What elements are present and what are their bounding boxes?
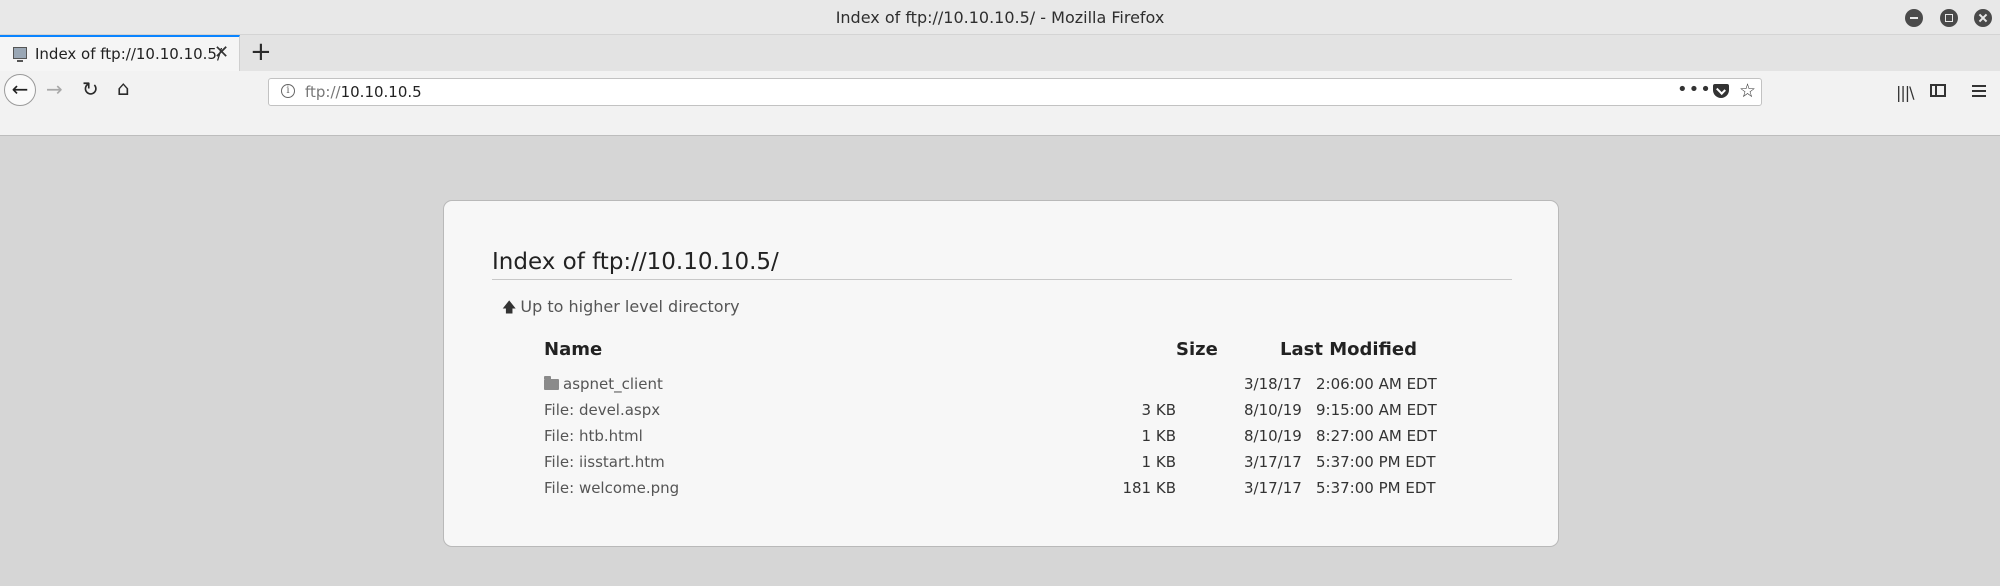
table-row: aspnet_client 3/18/17 2:06:00 AM EDT	[544, 375, 1437, 397]
up-arrow-icon: 🡅	[502, 300, 517, 316]
up-link-label: Up to higher level directory	[520, 297, 740, 316]
table-row: File: htb.html 1 KB 8/10/19 8:27:00 AM E…	[544, 427, 1437, 449]
file-name-link[interactable]: File: welcome.png	[544, 479, 679, 497]
column-header-name[interactable]: Name	[544, 339, 602, 360]
page-content: Index of ftp://10.10.10.5/ 🡅 Up to higher…	[0, 136, 2000, 586]
url-bar[interactable]: i ftp://10.10.10.5 ••• ☆	[268, 78, 1762, 106]
file-name-link[interactable]: File: devel.aspx	[544, 401, 660, 419]
reload-button[interactable]: ↻	[82, 77, 99, 101]
folder-icon	[544, 376, 559, 390]
minimize-icon[interactable]	[1905, 9, 1923, 27]
new-tab-button[interactable]: +	[250, 37, 272, 67]
site-info-icon[interactable]: i	[281, 84, 295, 98]
file-time: 8:27:00 AM EDT	[1316, 427, 1437, 445]
file-prefix: File:	[544, 401, 575, 419]
directory-listing-card: Index of ftp://10.10.10.5/ 🡅 Up to higher…	[443, 200, 1559, 547]
window-title: Index of ftp://10.10.10.5/ - Mozilla Fir…	[835, 8, 1165, 27]
table-row: File: devel.aspx 3 KB 8/10/19 9:15:00 AM…	[544, 401, 1437, 423]
menu-hamburger-icon[interactable]	[1972, 85, 1986, 97]
file-prefix: File:	[544, 427, 575, 445]
back-button[interactable]: ←	[4, 74, 36, 106]
tab-title: Index of ftp://10.10.10.5/	[35, 45, 223, 63]
file-prefix: File:	[544, 453, 575, 471]
file-name-link[interactable]: aspnet_client	[544, 375, 663, 393]
window-titlebar: Index of ftp://10.10.10.5/ - Mozilla Fir…	[0, 0, 2000, 35]
file-date: 8/10/19	[1244, 401, 1302, 419]
file-date: 3/17/17	[1244, 479, 1302, 497]
url-text[interactable]: ftp://10.10.10.5	[305, 83, 422, 101]
bookmark-star-icon[interactable]: ☆	[1739, 80, 1756, 102]
table-row: File: welcome.png 181 KB 3/17/17 5:37:00…	[544, 479, 1436, 501]
close-window-icon[interactable]	[1974, 9, 1992, 27]
file-size: 181 KB	[1122, 479, 1176, 497]
file-date: 8/10/19	[1244, 427, 1302, 445]
page-favicon-icon	[13, 47, 27, 62]
up-directory-link[interactable]: 🡅 Up to higher level directory	[502, 297, 740, 321]
url-host: 10.10.10.5	[340, 83, 422, 101]
file-date: 3/17/17	[1244, 453, 1302, 471]
file-size: 1 KB	[1141, 427, 1176, 445]
pocket-icon[interactable]	[1713, 84, 1729, 98]
column-header-size[interactable]: Size	[1176, 339, 1218, 360]
forward-button[interactable]: →	[46, 77, 63, 101]
file-size: 3 KB	[1141, 401, 1176, 419]
navigation-toolbar: ← → ↻ ⌂ i ftp://10.10.10.5 ••• ☆ |||\	[0, 71, 2000, 136]
file-date: 3/18/17	[1244, 375, 1302, 393]
table-row: File: iisstart.htm 1 KB 3/17/17 5:37:00 …	[544, 453, 1436, 475]
file-prefix: File:	[544, 479, 575, 497]
tab-close-icon[interactable]: ✕	[214, 43, 229, 63]
file-name-link[interactable]: File: htb.html	[544, 427, 643, 445]
tab-ftp-index[interactable]: Index of ftp://10.10.10.5/ ✕	[0, 35, 240, 71]
file-time: 5:37:00 PM EDT	[1316, 479, 1436, 497]
file-size: 1 KB	[1141, 453, 1176, 471]
file-time: 2:06:00 AM EDT	[1316, 375, 1437, 393]
file-time: 5:37:00 PM EDT	[1316, 453, 1436, 471]
home-button[interactable]: ⌂	[117, 76, 130, 100]
tab-strip: Index of ftp://10.10.10.5/ ✕ +	[0, 35, 2000, 71]
maximize-icon[interactable]	[1940, 9, 1958, 27]
column-header-last-modified[interactable]: Last Modified	[1280, 339, 1417, 360]
page-heading: Index of ftp://10.10.10.5/	[492, 249, 1512, 280]
page-actions-icon[interactable]: •••	[1677, 79, 1712, 100]
file-time: 9:15:00 AM EDT	[1316, 401, 1437, 419]
url-scheme: ftp://	[305, 83, 341, 101]
sidebar-toggle-icon[interactable]	[1930, 84, 1946, 97]
file-name-link[interactable]: File: iisstart.htm	[544, 453, 665, 471]
library-icon[interactable]: |||\	[1896, 83, 1915, 102]
